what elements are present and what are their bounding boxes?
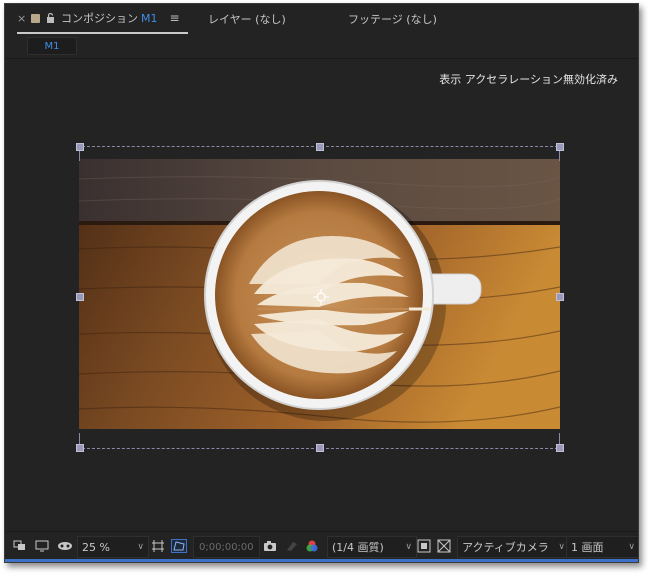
transform-handle-top-left[interactable] (76, 143, 84, 151)
subtab-m1[interactable]: M1 (27, 37, 77, 55)
acceleration-status-text: 表示 アクセラレーション無効化済み (439, 73, 618, 86)
camera-view-value: アクティブカメラ (462, 541, 549, 554)
color-label-icon (31, 13, 40, 23)
tab-composition[interactable]: × コンポジション M1 ≡ (17, 4, 188, 34)
chevron-down-icon: ∨ (137, 542, 144, 552)
snapshot-camera-icon[interactable] (263, 536, 277, 556)
tab-layer[interactable]: レイヤー (なし) (208, 4, 286, 34)
channel-color-icon[interactable] (305, 536, 319, 556)
transform-handle-bottom-left[interactable] (76, 444, 84, 452)
composition-navigator: M1 (5, 34, 638, 59)
anchor-point-icon[interactable] (313, 289, 329, 305)
close-icon[interactable]: × (17, 12, 26, 25)
tab-composition-name: M1 (141, 12, 158, 25)
view-layout-dropdown[interactable]: 1 画面 ∨ (566, 536, 638, 558)
tab-layer-label: レイヤー (なし) (208, 13, 286, 26)
resolution-value: (1/4 画質) (332, 541, 384, 554)
view-layout-value: 1 画面 (571, 541, 604, 554)
tab-footage[interactable]: フッテージ (なし) (348, 4, 437, 34)
transform-handle-bottom-center[interactable] (316, 444, 324, 452)
zoom-value: 25 % (82, 540, 110, 554)
zoom-dropdown[interactable]: 25 % ∨ (77, 536, 149, 558)
composition-panel: × コンポジション M1 ≡ レイヤー (なし) フッテージ (なし) M1 表示… (4, 3, 639, 563)
panel-bottom-accent (5, 559, 638, 562)
viewer-toolbar: 25 % ∨ 0;00;00;00 (1/4 画質) ∨ アクティブカメラ ∨ … (5, 531, 638, 560)
show-snapshot-icon[interactable] (285, 536, 299, 556)
current-time-display[interactable]: 0;00;00;00 (193, 536, 260, 558)
tab-composition-label: コンポジション (61, 12, 138, 25)
region-of-interest-icon[interactable] (417, 536, 431, 556)
always-preview-icon[interactable] (13, 536, 27, 556)
mask-path-icon[interactable] (171, 536, 187, 556)
lock-icon[interactable] (46, 13, 55, 23)
viewer-area[interactable]: 表示 アクセラレーション無効化済み (5, 59, 638, 529)
panel-tab-bar: × コンポジション M1 ≡ レイヤー (なし) フッテージ (なし) (5, 4, 638, 34)
transform-handle-bottom-right[interactable] (556, 444, 564, 452)
chevron-down-icon: ∨ (405, 542, 412, 552)
camera-view-dropdown[interactable]: アクティブカメラ ∨ (457, 536, 570, 558)
grid-guides-icon[interactable] (151, 536, 165, 556)
mask-visibility-icon[interactable] (57, 536, 73, 556)
chevron-down-icon: ∨ (558, 542, 565, 552)
transform-handle-top-center[interactable] (316, 143, 324, 151)
transform-handle-middle-left[interactable] (76, 293, 84, 301)
monitor-icon[interactable] (35, 536, 49, 556)
resolution-dropdown[interactable]: (1/4 画質) ∨ (327, 536, 417, 558)
hamburger-menu-icon[interactable]: ≡ (170, 11, 180, 25)
transparency-grid-icon[interactable] (437, 536, 451, 556)
tab-footage-label: フッテージ (なし) (348, 13, 437, 26)
transform-handle-top-right[interactable] (556, 143, 564, 151)
chevron-down-icon: ∨ (628, 542, 635, 552)
transform-handle-middle-right[interactable] (556, 293, 564, 301)
